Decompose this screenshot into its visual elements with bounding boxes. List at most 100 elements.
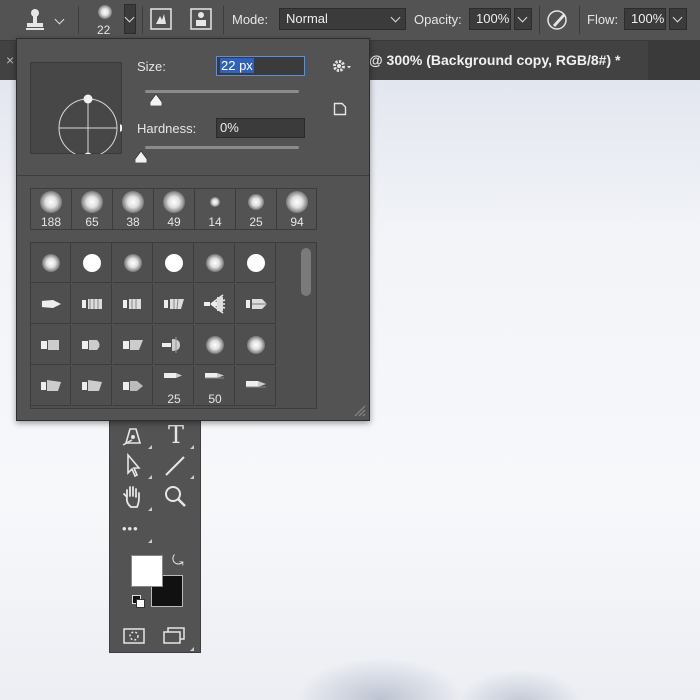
brush-preset[interactable]: [113, 243, 153, 283]
brush-preset[interactable]: [31, 243, 71, 283]
size-slider-track[interactable]: [145, 90, 299, 93]
brush-preset[interactable]: [31, 325, 71, 365]
tool-group-indicator: [190, 647, 194, 651]
brush-preset[interactable]: 25: [154, 366, 194, 406]
recent-brush-item[interactable]: 38: [113, 189, 154, 229]
recent-brush-item[interactable]: 25: [236, 189, 277, 229]
type-tool[interactable]: T: [160, 421, 194, 451]
recent-brush-size: 49: [167, 215, 181, 229]
hardness-input[interactable]: 0%: [216, 118, 305, 138]
clone-source-icon: [190, 8, 212, 30]
soft-round-brush-icon: [206, 254, 224, 272]
angled-bristle-brush-icon: [164, 298, 184, 310]
brush-preset-size: 25: [167, 392, 181, 406]
brush-preset[interactable]: [195, 243, 235, 283]
line-icon: [165, 456, 185, 476]
flow-value: 100%: [631, 11, 665, 26]
soft-round-brush-icon: [124, 254, 142, 272]
tool-group-indicator: [190, 475, 194, 479]
zoom-tool[interactable]: [160, 483, 194, 513]
recent-brush-size: 25: [249, 215, 263, 229]
round-blunt-brush-icon: [82, 340, 100, 350]
brush-preset[interactable]: [31, 366, 71, 406]
recent-brush-item[interactable]: 49: [154, 189, 195, 229]
brush-settings-icon: [150, 8, 172, 30]
stylus-pressure-icon: [547, 10, 567, 30]
brush-preset[interactable]: [236, 284, 276, 324]
hardness-slider-thumb[interactable]: [135, 151, 147, 163]
toggle-brush-settings-button[interactable]: [150, 8, 174, 32]
brush-preset[interactable]: [31, 284, 71, 324]
brush-preset[interactable]: [113, 284, 153, 324]
tab-bar-empty-area: [648, 40, 700, 80]
angled-flat-brush-icon: [41, 380, 61, 391]
opacity-label: Opacity:: [414, 12, 462, 27]
flow-input[interactable]: 100%: [624, 8, 666, 30]
soft-round-brush-icon: [40, 191, 62, 213]
screen-mode-button[interactable]: [160, 623, 194, 653]
recent-brush-item[interactable]: 188: [31, 189, 72, 229]
new-preset-button[interactable]: [333, 102, 347, 116]
brush-preset[interactable]: [113, 325, 153, 365]
recent-brush-size: 14: [208, 215, 222, 229]
swap-colors-icon[interactable]: ⤿: [172, 552, 184, 569]
default-colors-icon[interactable]: [132, 595, 145, 608]
divider: [142, 6, 143, 34]
foreground-color-swatch[interactable]: [131, 555, 163, 587]
hardness-slider-track[interactable]: [145, 146, 299, 149]
line-tool[interactable]: [160, 451, 194, 481]
point-bristle-brush-icon: [246, 299, 267, 309]
brush-angle-roundness-preview[interactable]: [30, 62, 122, 154]
hard-round-brush-icon: [83, 254, 101, 272]
pen-tool[interactable]: [118, 421, 152, 451]
hand-tool[interactable]: [118, 483, 152, 513]
recent-brush-item[interactable]: 94: [277, 189, 318, 229]
brush-size-readout: 22: [97, 23, 111, 37]
flow-slider-button[interactable]: [669, 8, 687, 30]
brush-preset[interactable]: [154, 243, 194, 283]
brush-preset[interactable]: [236, 366, 276, 406]
opacity-input[interactable]: 100%: [469, 8, 511, 30]
brush-picker-dropdown-button[interactable]: [124, 4, 136, 34]
chevron-down-icon: [54, 14, 65, 25]
document-tab-title[interactable]: @ 300% (Background copy, RGB/8#) *: [369, 52, 620, 68]
soft-round-brush-icon: [81, 191, 103, 213]
brush-preset[interactable]: [72, 243, 112, 283]
brush-preset[interactable]: [72, 325, 112, 365]
close-tab-icon[interactable]: ×: [6, 52, 14, 68]
angled-flat-brush-icon: [82, 380, 102, 391]
magnifier-icon: [165, 486, 186, 507]
brush-preset-picker[interactable]: 22: [88, 2, 124, 38]
brush-preset[interactable]: [195, 284, 235, 324]
clone-stamp-tool-preset[interactable]: [20, 6, 70, 34]
pressure-opacity-button[interactable]: [546, 8, 572, 32]
panel-settings-gear[interactable]: [331, 57, 353, 75]
path-selection-tool[interactable]: [118, 451, 152, 481]
hardness-value: 0%: [220, 120, 239, 135]
brush-preset[interactable]: 50: [195, 366, 235, 406]
brush-preset[interactable]: [154, 284, 194, 324]
panel-resize-grip[interactable]: [351, 402, 367, 418]
size-input[interactable]: 22 px: [216, 56, 305, 76]
presets-scrollbar-thumb[interactable]: [301, 248, 311, 296]
brush-preset[interactable]: [113, 366, 153, 406]
brush-preset[interactable]: [195, 325, 235, 365]
recent-brush-item[interactable]: 65: [72, 189, 113, 229]
quick-mask-icon: [123, 628, 145, 644]
brush-preset[interactable]: [154, 325, 194, 365]
size-slider-thumb[interactable]: [150, 94, 162, 106]
toggle-clone-source-button[interactable]: [190, 8, 214, 32]
edit-toolbar-button[interactable]: •••: [118, 515, 152, 545]
opacity-slider-button[interactable]: [514, 8, 532, 30]
soft-round-brush-icon: [286, 191, 308, 213]
tool-group-indicator: [190, 445, 194, 449]
recent-brush-item[interactable]: 14: [195, 189, 236, 229]
quick-mask-button[interactable]: [120, 623, 154, 653]
soft-round-brush-icon: [247, 336, 265, 354]
brush-preset[interactable]: [236, 243, 276, 283]
brush-preset[interactable]: [72, 284, 112, 324]
screen-mode-icon: [163, 627, 185, 644]
brush-preset[interactable]: [72, 366, 112, 406]
blend-mode-select[interactable]: Normal: [279, 8, 406, 30]
brush-preset[interactable]: [236, 325, 276, 365]
